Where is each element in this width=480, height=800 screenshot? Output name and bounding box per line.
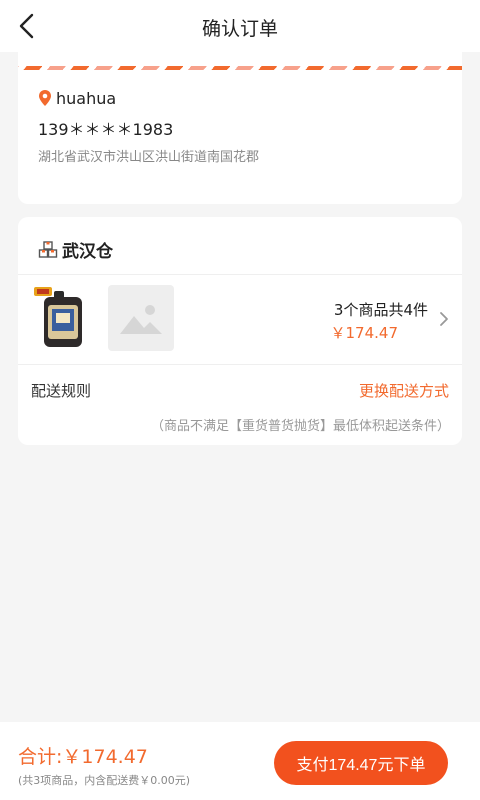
chevron-right-icon[interactable] (438, 310, 450, 328)
goods-row[interactable]: 3个商品共4件 ￥174.47 (18, 275, 462, 365)
product-image (30, 285, 96, 351)
goods-price: ￥174.47 (330, 324, 399, 342)
page-title: 确认订单 (201, 18, 278, 40)
recipient-row: huahua (38, 88, 116, 108)
warehouse-name: 武汉仓 (62, 242, 113, 262)
delivery-condition-note: （商品不满足【重货普货抛货】最低体积起送条件） (150, 419, 450, 434)
location-pin-icon (39, 90, 51, 106)
goods-count: 3个商品共4件 (333, 301, 428, 319)
recipient-address: 湖北省武汉市洪山区洪山街道南国花郡 (38, 150, 260, 165)
divider (18, 364, 462, 365)
airmail-stripe (18, 66, 462, 70)
warehouse-boxes-icon (38, 240, 58, 258)
checkout-bar: 合计:￥174.47 (共3项商品，内含配送费￥0.00元) 支付174.47元… (0, 722, 480, 800)
recipient-phone: 139＊＊＊＊1983 (38, 120, 174, 139)
order-total-note: (共3项商品，内含配送费￥0.00元) (18, 774, 191, 787)
warehouse-card: 武汉仓 3个商品共4件 ￥174.47 配送规则 更换配送方式 （商品不满足【重… (18, 217, 462, 445)
address-card[interactable]: huahua 139＊＊＊＊1983 湖北省武汉市洪山区洪山街道南国花郡 (18, 52, 462, 204)
change-delivery-link[interactable]: 更换配送方式 (359, 380, 449, 401)
pay-order-button[interactable]: 支付174.47元下单 (274, 741, 448, 785)
image-placeholder-icon (120, 305, 162, 334)
delivery-rule-label: 配送规则 (31, 382, 92, 400)
recipient-name: huahua (56, 88, 117, 108)
top-bar: 确认订单 (0, 0, 480, 52)
bottle-product-icon (34, 287, 82, 347)
order-total: 合计:￥174.47 (18, 746, 148, 768)
warehouse-header: 武汉仓 (38, 237, 113, 262)
product-image-placeholder (108, 285, 174, 351)
